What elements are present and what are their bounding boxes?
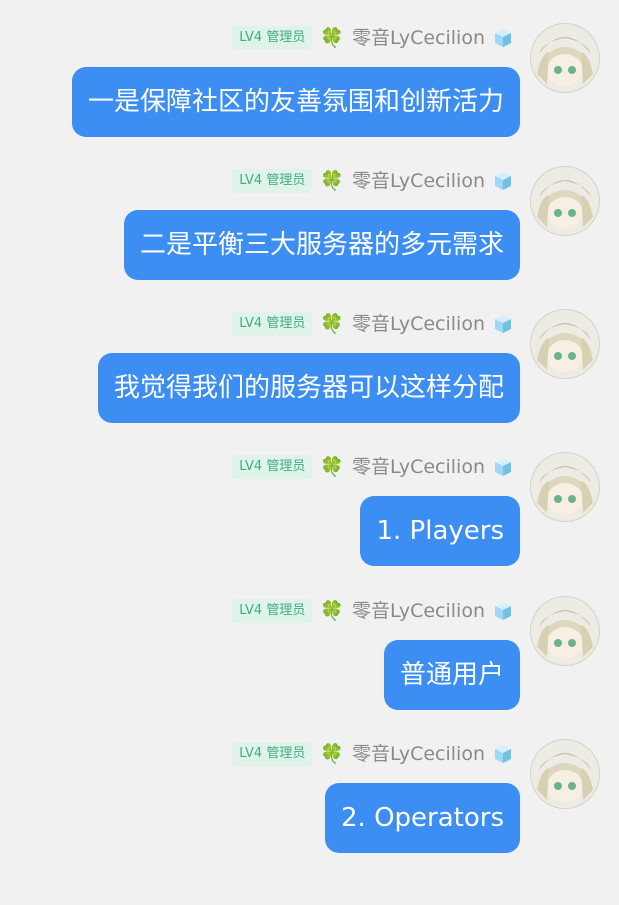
- avatar[interactable]: [531, 310, 599, 378]
- level-admin-badge: LV4 管理员: [232, 312, 313, 336]
- four-leaf-clover-icon: 🍀: [320, 313, 344, 335]
- level-admin-badge: LV4 管理员: [232, 169, 313, 193]
- level-admin-badge: LV4 管理员: [232, 599, 313, 623]
- sender-name[interactable]: 零音LyCecilion: [352, 169, 485, 193]
- avatar[interactable]: [531, 740, 599, 808]
- sender-meta: LV4 管理员 🍀 零音LyCecilion: [232, 310, 513, 338]
- avatar[interactable]: [531, 24, 599, 92]
- message-bubble[interactable]: 普通用户: [383, 640, 520, 710]
- four-leaf-clover-icon: 🍀: [320, 743, 344, 765]
- sender-meta: LV4 管理员 🍀 零音LyCecilion: [232, 453, 513, 481]
- sender-name[interactable]: 零音LyCecilion: [352, 312, 485, 336]
- level-admin-badge: LV4 管理员: [232, 742, 313, 766]
- avatar-image: [531, 24, 599, 92]
- sender-meta: LV4 管理员 🍀 零音LyCecilion: [232, 740, 513, 768]
- ice-cube-icon: [495, 602, 511, 620]
- message-bubble[interactable]: 二是平衡三大服务器的多元需求: [123, 210, 520, 280]
- level-admin-badge: LV4 管理员: [232, 455, 313, 479]
- avatar-image: [531, 453, 599, 521]
- message-bubble[interactable]: 1. Players: [360, 496, 520, 566]
- ice-cube-icon: [495, 29, 511, 47]
- four-leaf-clover-icon: 🍀: [320, 456, 344, 478]
- avatar[interactable]: [531, 453, 599, 521]
- chat-message: LV4 管理员 🍀 零音LyCecilion 一是保障社区的友善氛围和创新活力: [0, 24, 619, 164]
- sender-name[interactable]: 零音LyCecilion: [352, 742, 485, 766]
- chat-message: LV4 管理员 🍀 零音LyCecilion 我觉得我们的服务器可以这样分配: [0, 310, 619, 450]
- avatar-image: [531, 310, 599, 378]
- ice-cube-icon: [495, 172, 511, 190]
- avatar-image: [531, 597, 599, 665]
- sender-meta: LV4 管理员 🍀 零音LyCecilion: [232, 167, 513, 195]
- message-bubble[interactable]: 一是保障社区的友善氛围和创新活力: [71, 67, 520, 137]
- ice-cube-icon: [495, 458, 511, 476]
- chat-message: LV4 管理员 🍀 零音LyCecilion 二是平衡三大服务器的多元需求: [0, 167, 619, 307]
- sender-name[interactable]: 零音LyCecilion: [352, 455, 485, 479]
- avatar-image: [531, 167, 599, 235]
- level-admin-badge: LV4 管理员: [232, 26, 313, 50]
- ice-cube-icon: [495, 745, 511, 763]
- message-bubble[interactable]: 我觉得我们的服务器可以这样分配: [97, 353, 520, 423]
- sender-name[interactable]: 零音LyCecilion: [352, 599, 485, 623]
- four-leaf-clover-icon: 🍀: [320, 170, 344, 192]
- chat-message-list[interactable]: LV4 管理员 🍀 零音LyCecilion 一是保障社区的友善氛围和创新活力 …: [0, 0, 619, 905]
- ice-cube-icon: [495, 315, 511, 333]
- avatar[interactable]: [531, 167, 599, 235]
- chat-message: LV4 管理员 🍀 零音LyCecilion 普通用户: [0, 597, 619, 737]
- chat-message: LV4 管理员 🍀 零音LyCecilion 2. Operators: [0, 740, 619, 880]
- four-leaf-clover-icon: 🍀: [320, 600, 344, 622]
- four-leaf-clover-icon: 🍀: [320, 27, 344, 49]
- avatar-image: [531, 740, 599, 808]
- avatar[interactable]: [531, 597, 599, 665]
- message-bubble[interactable]: 2. Operators: [325, 783, 520, 853]
- sender-name[interactable]: 零音LyCecilion: [352, 26, 485, 50]
- sender-meta: LV4 管理员 🍀 零音LyCecilion: [232, 24, 513, 52]
- chat-message: LV4 管理员 🍀 零音LyCecilion 1. Players: [0, 453, 619, 593]
- sender-meta: LV4 管理员 🍀 零音LyCecilion: [232, 597, 513, 625]
